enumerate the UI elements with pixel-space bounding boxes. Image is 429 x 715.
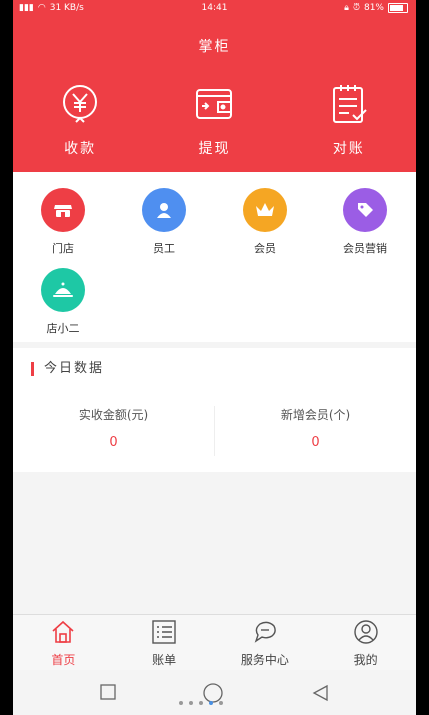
grid-label-assistant: 店小二 (46, 322, 80, 335)
today-stats: 今日数据 实收金额(元) 0 新增会员(个) 0 (13, 348, 416, 472)
withdraw-button[interactable]: 提现 (147, 82, 281, 158)
stat-new-members: 新增会员(个) 0 (215, 406, 416, 450)
page-dot-active (209, 701, 213, 705)
tab-service-center-label: 服务中心 (240, 653, 289, 667)
tag-icon (343, 188, 387, 232)
header: 掌柜 收款 提现 对账 (13, 18, 416, 172)
withdraw-label: 提现 (198, 141, 231, 157)
stats-title: 今日数据 (31, 362, 104, 376)
reconcile-label: 对账 (332, 141, 365, 157)
grid-label-member: 会员 (254, 242, 276, 255)
stat-revenue: 实收金额(元) 0 (13, 406, 214, 450)
tab-bills[interactable]: 账单 (114, 615, 215, 671)
grid-item-assistant[interactable]: 店小二 (13, 268, 113, 336)
stat-revenue-value: 0 (109, 435, 118, 450)
grid-item-store[interactable]: 门店 (13, 188, 113, 256)
grid-label-store: 门店 (52, 242, 74, 255)
tab-mine-label: 我的 (353, 653, 378, 667)
chat-icon (254, 621, 276, 643)
stat-new-members-label: 新增会员(个) (280, 408, 351, 422)
page-title: 掌柜 (198, 39, 231, 55)
system-nav-bar (13, 670, 416, 715)
page-indicator (179, 701, 223, 705)
tab-home-label: 首页 (51, 653, 76, 667)
grid-item-member[interactable]: 会员 (215, 188, 315, 256)
grid-label-member-marketing: 会员营销 (343, 242, 387, 255)
home-icon (52, 620, 74, 643)
tab-service-center[interactable]: 服务中心 (215, 615, 316, 671)
crown-icon (243, 188, 287, 232)
back-icon[interactable] (311, 684, 329, 702)
tab-mine[interactable]: 我的 (315, 615, 416, 671)
grid-item-member-marketing[interactable]: 会员营销 (315, 188, 415, 256)
lock-icon: 🔒︎ (344, 3, 349, 13)
collect-label: 收款 (64, 141, 97, 157)
page-dot (189, 701, 193, 705)
yuan-icon (63, 85, 98, 123)
bottom-tab-bar: 首页 账单 服务中心 我的 (13, 614, 416, 671)
clipboard-check-icon (332, 85, 367, 123)
battery-icon (388, 3, 408, 13)
app-screen: ▮▮▮ ◠ 31 KB/s 14:41 🔒︎ ⏰︎ 81% 掌柜 收款 提现 对… (13, 0, 416, 715)
tab-home[interactable]: 首页 (13, 615, 114, 671)
recent-apps-icon[interactable] (100, 684, 116, 700)
collect-button[interactable]: 收款 (13, 82, 147, 158)
list-icon (152, 620, 176, 644)
store-icon (41, 188, 85, 232)
page-dot (219, 701, 223, 705)
battery-level: 81% (363, 3, 384, 13)
stat-revenue-label: 实收金额(元) (78, 408, 149, 422)
feature-grid: 门店 员工 会员 会员营销 店小二 (13, 172, 416, 342)
cloche-icon (41, 268, 85, 312)
grid-label-staff: 员工 (153, 242, 175, 255)
tab-bills-label: 账单 (152, 653, 177, 667)
user-icon (142, 188, 186, 232)
profile-icon (353, 620, 378, 644)
wallet-icon (196, 89, 233, 119)
page-dot (199, 701, 203, 705)
stat-new-members-value: 0 (311, 435, 320, 450)
page-dot (179, 701, 183, 705)
grid-item-staff[interactable]: 员工 (114, 188, 214, 256)
alarm-icon: ⏰︎ (352, 3, 360, 13)
status-bar: ▮▮▮ ◠ 31 KB/s 14:41 🔒︎ ⏰︎ 81% (13, 0, 416, 18)
reconcile-button[interactable]: 对账 (282, 82, 416, 158)
